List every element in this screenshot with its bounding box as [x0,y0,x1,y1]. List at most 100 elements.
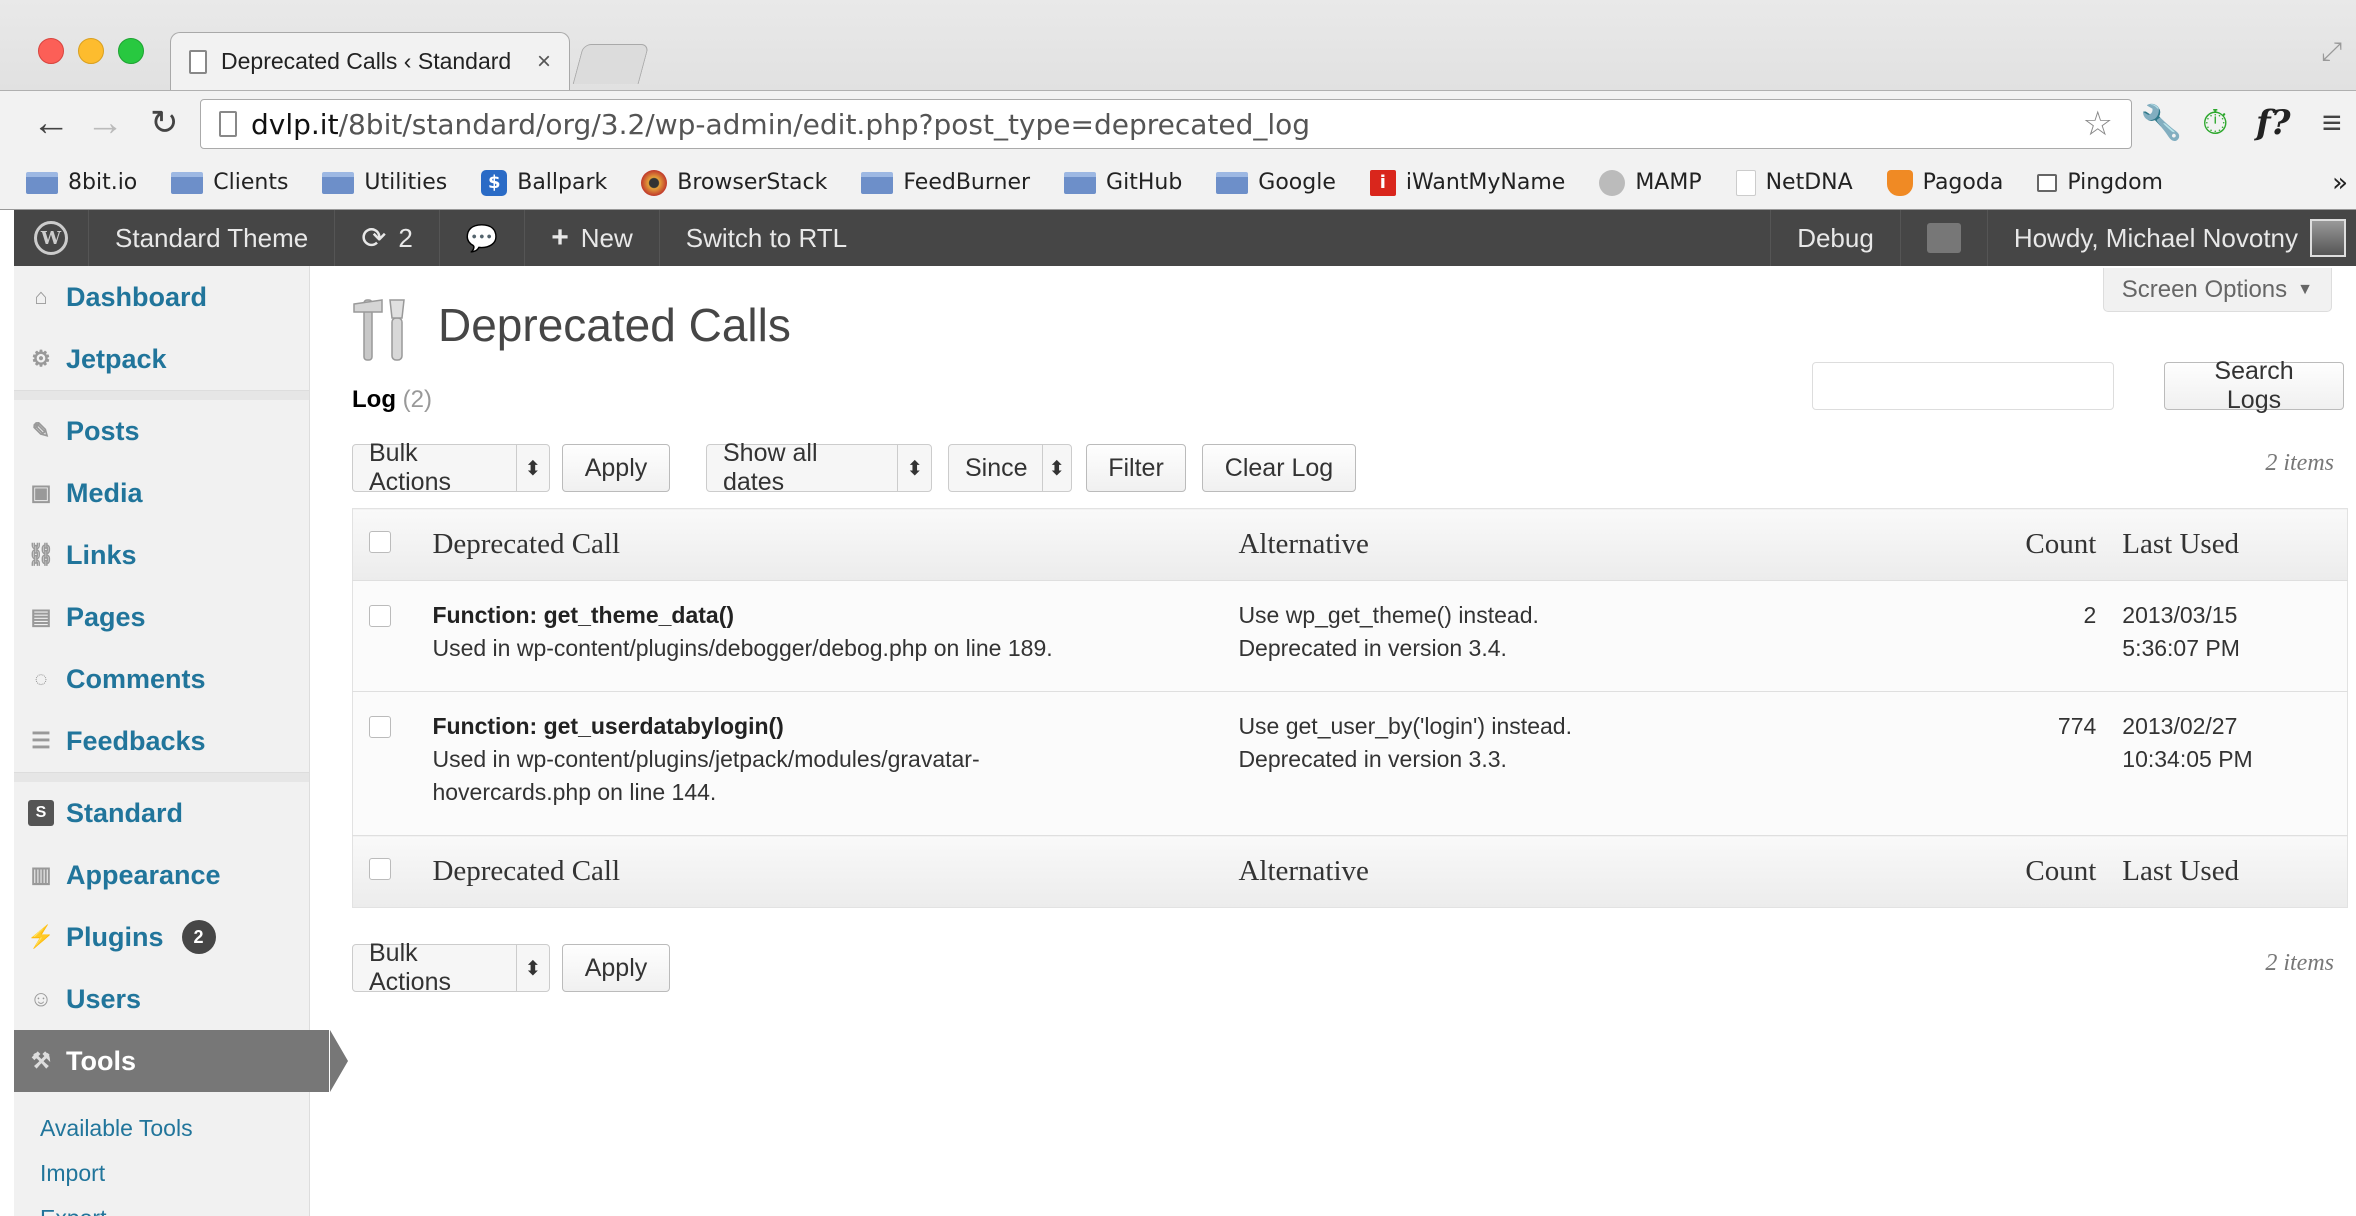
tab-close-icon[interactable]: × [537,48,551,76]
bookmark-clients[interactable]: Clients [171,170,288,195]
sidebar-item-tools[interactable]: ⚒ Tools [14,1030,329,1092]
select-all-checkbox[interactable] [369,531,391,553]
sidebar-item-label: Links [66,539,137,570]
row-checkbox-cell [352,691,433,836]
sidebar-item-jetpack[interactable]: ⚙ Jetpack [14,328,309,390]
url-path: /8bit/standard/org/3.2/wp-admin/edit.php… [338,107,1311,141]
page-icon [219,111,237,137]
bookmark-pagoda[interactable]: Pagoda [1886,169,2003,196]
column-footer-count[interactable]: Count [2017,835,2123,908]
alternative-text: Use wp_get_theme() instead. [1238,602,1539,628]
sidebar-item-plugins[interactable]: ⚡ Plugins 2 [14,906,309,968]
alternative-cell: Use get_user_by('login') instead. Deprec… [1238,691,2018,836]
submenu-export[interactable]: Export [40,1196,309,1216]
row-checkbox[interactable] [369,716,391,738]
sidebar-item-feedbacks[interactable]: ☰ Feedbacks [14,710,309,772]
sidebar-item-pages[interactable]: ▤ Pages [14,586,309,648]
sidebar-item-links[interactable]: ⛓ Links [14,524,309,586]
dates-select[interactable]: Show all dates ⬍ [706,439,932,496]
sidebar-item-appearance[interactable]: ▥ Appearance [14,844,309,906]
submenu-import[interactable]: Import [40,1151,309,1196]
back-arrow-icon[interactable]: ← [32,99,70,147]
reload-icon[interactable]: ↻ [150,99,179,147]
sidebar-item-label: Feedbacks [66,725,206,756]
bookmark-8bit-io[interactable]: 8bit.io [26,170,137,195]
sidebar-item-media[interactable]: ▣ Media [14,462,309,524]
fq-extension-icon[interactable]: f? [2256,99,2291,147]
hamburger-menu-icon[interactable]: ≡ [2322,99,2342,147]
browser-tab-active[interactable]: Deprecated Calls ‹ Standard × [170,32,570,90]
bookmark-utilities[interactable]: Utilities [322,170,447,195]
column-footer-call[interactable]: Deprecated Call [432,835,1239,908]
bookmark-iwantmyname[interactable]: i iWantMyName [1369,169,1565,196]
clear-log-button[interactable]: Clear Log [1202,444,1356,492]
column-footer-alternative[interactable]: Alternative [1238,835,2018,908]
switch-rtl-link[interactable]: Switch to RTL [660,210,873,266]
bookmark-netdna[interactable]: NetDNA [1735,169,1853,196]
wrench-icon[interactable]: 🔧 [2140,99,2182,147]
window-minimize-button[interactable] [78,38,104,64]
column-header-alternative[interactable]: Alternative [1238,508,2018,581]
bookmark-github[interactable]: GitHub [1064,170,1182,195]
new-content-menu[interactable]: + New [525,210,660,266]
bookmarks-overflow-icon[interactable]: » [2332,168,2348,198]
submenu-available-tools[interactable]: Available Tools [40,1106,309,1151]
row-checkbox[interactable] [369,605,391,627]
column-header-count[interactable]: Count [2017,508,2123,581]
last-used-time: 10:34:05 PM [2122,746,2253,772]
bookmark-google[interactable]: Google [1216,170,1336,195]
wp-logo-menu[interactable]: W [14,210,89,266]
alternative-cell: Use wp_get_theme() instead. Deprecated i… [1238,580,2018,692]
column-header-call[interactable]: Deprecated Call [432,508,1239,581]
status-filter-links: Log (2) [352,386,432,414]
sidebar-item-posts[interactable]: ✎ Posts [14,400,309,462]
updates-count: 2 [398,222,413,253]
row-checkbox-cell [352,580,433,692]
select-arrows-icon: ⬍ [1041,445,1071,491]
sidebar-item-dashboard[interactable]: ⌂ Dashboard [14,266,309,328]
new-tab-button[interactable] [572,44,650,84]
link-icon: ⛓ [27,542,55,567]
used-in-text: Used in wp-content/plugins/debogger/debo… [432,635,1053,661]
screen-options-label: Screen Options [2121,275,2288,303]
search-logs-input[interactable] [1812,362,2114,410]
column-footer-last-used[interactable]: Last Used [2122,835,2348,908]
window-maximize-button[interactable] [118,38,144,64]
window-close-button[interactable] [38,38,64,64]
apply-button-bottom[interactable]: Apply [562,944,670,992]
column-header-last-used[interactable]: Last Used [2122,508,2348,581]
bookmark-star-icon[interactable]: ☆ [2083,104,2113,144]
site-name-link[interactable]: Standard Theme [89,210,336,266]
filter-button[interactable]: Filter [1086,444,1186,492]
notification-link[interactable] [1901,210,1988,266]
plugin-icon: ⚡ [27,924,55,949]
bookmark-ballpark[interactable]: $ Ballpark [481,169,607,196]
sidebar-item-standard[interactable]: S Standard [14,782,309,844]
select-all-checkbox[interactable] [369,858,391,880]
sidebar-item-comments[interactable]: ◌ Comments [14,648,309,710]
bookmark-browserstack[interactable]: BrowserStack [641,169,827,196]
forward-arrow-icon[interactable]: → [86,99,124,147]
bulk-actions-select[interactable]: Bulk Actions ⬍ [352,439,550,496]
apply-button[interactable]: Apply [562,444,670,492]
sidebar-item-label: Plugins [66,921,164,952]
extension-icon[interactable]: ⏱ [2202,99,2229,147]
updates-link[interactable]: ⟳ 2 [335,210,440,266]
plus-icon: + [551,221,569,254]
bookmark-feedburner[interactable]: FeedBurner [861,170,1030,195]
since-select[interactable]: Since ⬍ [948,444,1072,492]
bookmark-pingdom[interactable]: Pingdom [2037,170,2163,195]
comments-link[interactable]: 💬 [440,210,526,266]
bookmark-mamp[interactable]: MAMP [1599,169,1702,196]
browserstack-icon [641,169,668,196]
log-filter-link[interactable]: Log [352,386,396,413]
my-account-menu[interactable]: Howdy, Michael Novotny [1988,210,2356,266]
fullscreen-icon[interactable]: ⤢ [2321,36,2342,68]
address-bar[interactable]: dvlp.it/8bit/standard/org/3.2/wp-admin/e… [200,99,2132,149]
screen-options-button[interactable]: Screen Options ▼ [2102,268,2332,312]
sidebar-item-users[interactable]: ☺ Users [14,968,309,1030]
bulk-actions-select-bottom[interactable]: Bulk Actions ⬍ [352,939,550,996]
debug-link[interactable]: Debug [1770,210,1901,266]
search-logs-button[interactable]: Search Logs [2164,357,2344,414]
last-used-cell: 2013/02/27 10:34:05 PM [2122,691,2348,836]
